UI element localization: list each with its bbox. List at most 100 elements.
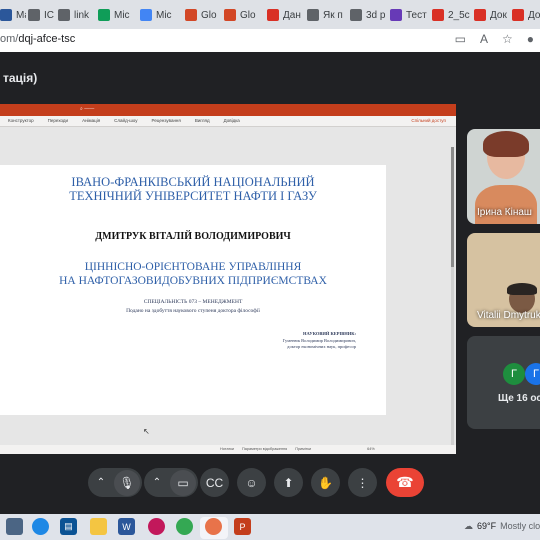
browser-tab[interactable]: 2_5с [432,4,470,26]
topic-line-2: НА НАФТОГАЗОВИДОБУВНИХ ПІДПРИЄМСТВАХ [59,275,327,287]
mouse-cursor-icon: ↖ [143,427,150,436]
browser-tab-label: ICSF [44,9,54,21]
browser-tab[interactable]: 3d р [350,4,386,26]
weather-widget[interactable]: ☁ 69°F Mostly clo [464,521,540,532]
chevron-up-icon[interactable]: ⌃ [88,477,114,488]
participant-tile[interactable]: Vitalii Dmytruk [467,233,540,327]
ribbon-tab[interactable]: Слайд-шоу [114,118,137,123]
address-bar[interactable]: om/dqj-afce-tsc ▭ A ☆ ● [0,29,540,53]
more-options-icon: ⋮ [356,475,369,490]
ribbon-tabs: Конструктор Переходи Анімація Слайд-шоу Реце… [8,118,240,123]
chevron-up-icon[interactable]: ⌃ [144,477,170,488]
microphone-control[interactable]: ⌃ 🎙 [88,468,142,497]
browser-tab-label: Док [528,9,540,21]
ribbon-tab[interactable]: Рецензування [152,118,181,123]
emoji-icon: ☺ [245,475,258,490]
file-explorer-icon[interactable] [6,518,23,535]
screen-share: ⌕ —— Конструктор Переходи Анімація Слайд-шо… [0,104,456,454]
ribbon-tab[interactable]: Вигляд [195,118,210,123]
browser-tab-label: Док [490,9,507,21]
url-text[interactable]: om/dqj-afce-tsc [0,33,75,45]
captions-button[interactable]: CC [200,468,229,497]
bookmark-icon [307,9,319,21]
university-name: ІВАНО-ФРАНКІВСЬКИЙ НАЦІОНАЛЬНИЙ ТЕХНІЧНИ… [0,175,386,203]
powerpoint-titlebar: ⌕ —— [0,104,456,116]
translate-icon[interactable]: A [480,32,488,46]
participant-name: Ірина Кінаш [477,207,532,218]
ribbon-tab[interactable]: Довідка [224,118,240,123]
powerpoint-icon[interactable]: P [234,518,251,535]
ribbon-tab[interactable]: Конструктор [8,118,34,123]
status-item[interactable]: Примітки [295,447,311,451]
browser-tab-label: Тест [406,9,427,21]
browser-tab[interactable]: Тест [390,4,428,26]
scrollbar-thumb [451,147,454,267]
raise-hand-button[interactable]: ✋ [311,468,340,497]
save-icon[interactable]: ▤ [60,518,77,535]
more-participants-tile[interactable]: Г Г Ще 16 осіб [467,336,540,429]
browser-tab[interactable]: Док [512,4,540,26]
participant-hair [483,131,529,157]
ribbon-tab[interactable]: Переходи [48,118,68,123]
meeting-controls: ⌃ 🎙 ⌃ ▭ CC ☺ ⬆ ✋ ⋮ ☎ [0,454,540,514]
browser-tab[interactable]: Glo [224,4,260,26]
browser-tab[interactable]: link [58,4,90,26]
browser-tab-label: Glo [201,9,217,21]
powerpoint-search-icon: ⌕ —— [80,106,95,112]
emoji-button[interactable]: ☺ [237,468,266,497]
app-icon[interactable] [148,518,165,535]
bookmark-star-icon[interactable]: ☆ [502,32,513,46]
status-item[interactable]: Нотатки [220,447,234,451]
chrome-profile-icon[interactable] [205,518,222,535]
word-doc-icon [0,9,12,21]
microphone-icon[interactable]: 🎙 [114,469,140,496]
participant-hair [507,283,537,295]
pdf-icon [512,9,524,21]
browser-tab[interactable]: Mic [98,4,136,26]
status-item[interactable]: Параметри відображення [242,447,287,451]
avatar: Г [525,363,540,385]
ribbon-tab[interactable]: Анімація [82,118,100,123]
browser-tab-label: Glo [240,9,256,21]
browser-tab[interactable]: Як п [307,4,343,26]
supervisor-block: НАУКОВИЙ КЕРІВНИК: Гуменюк Володимир Вол… [283,331,356,351]
raise-hand-icon: ✋ [318,475,333,490]
browser-tab[interactable]: Mari [0,4,26,26]
more-options-button[interactable]: ⋮ [348,468,377,497]
edge-icon[interactable] [32,518,49,535]
folder-icon[interactable] [90,518,107,535]
browser-tab-label: link [74,9,90,21]
browser-tab-label: Mari [16,9,26,21]
end-call-icon: ☎ [396,474,414,490]
end-call-button[interactable]: ☎ [386,468,424,497]
chrome-icon[interactable] [176,518,193,535]
topic-line-1: ЦІННІСНО-ОРІЄНТОВАНЕ УПРАВЛІННЯ [84,261,302,273]
weather-temp: 69°F [477,521,497,531]
camera-permission-icon[interactable]: ▭ [455,32,466,46]
browser-tab-bar: Mari ICSF link Mic Mic Glo Glo Дан Як п 3d р Тест 2… [0,0,540,29]
word-icon[interactable]: W [118,518,135,535]
browser-tab[interactable]: ICSF [28,4,54,26]
participant-tile[interactable]: Ірина Кінаш [467,129,540,224]
browser-tab[interactable]: Дан [267,4,303,26]
arrow-icon [350,9,362,21]
browser-tab[interactable]: Glo [185,4,221,26]
browser-tab[interactable]: Док [474,4,508,26]
participant-name: Vitalii Dmytruk [477,310,540,321]
specialty: СПЕЦІАЛЬНІСТЬ 073 – МЕНЕДЖМЕНТ [143,299,243,305]
avatar: Г [503,363,525,385]
browser-tab[interactable]: Mic [140,4,178,26]
browser-tab-label: Mic [156,9,172,21]
slides-icon [185,9,197,21]
camera-icon[interactable]: ▭ [170,469,196,496]
browser-tab-label: Mic [114,9,130,21]
present-button[interactable]: ⬆ [274,468,303,497]
slide-scrollbar [451,147,454,447]
degree-text: Подано на здобуття наукового ступеня док… [126,308,260,314]
status-item[interactable]: 64% [367,447,375,451]
powerpoint-statusbar: Нотатки Параметри відображення Примітки 64% [0,445,456,454]
present-icon: ⬆ [283,475,294,490]
profile-icon[interactable]: ● [527,32,534,46]
camera-control[interactable]: ⌃ ▭ [144,468,198,497]
pdf-icon [474,9,486,21]
